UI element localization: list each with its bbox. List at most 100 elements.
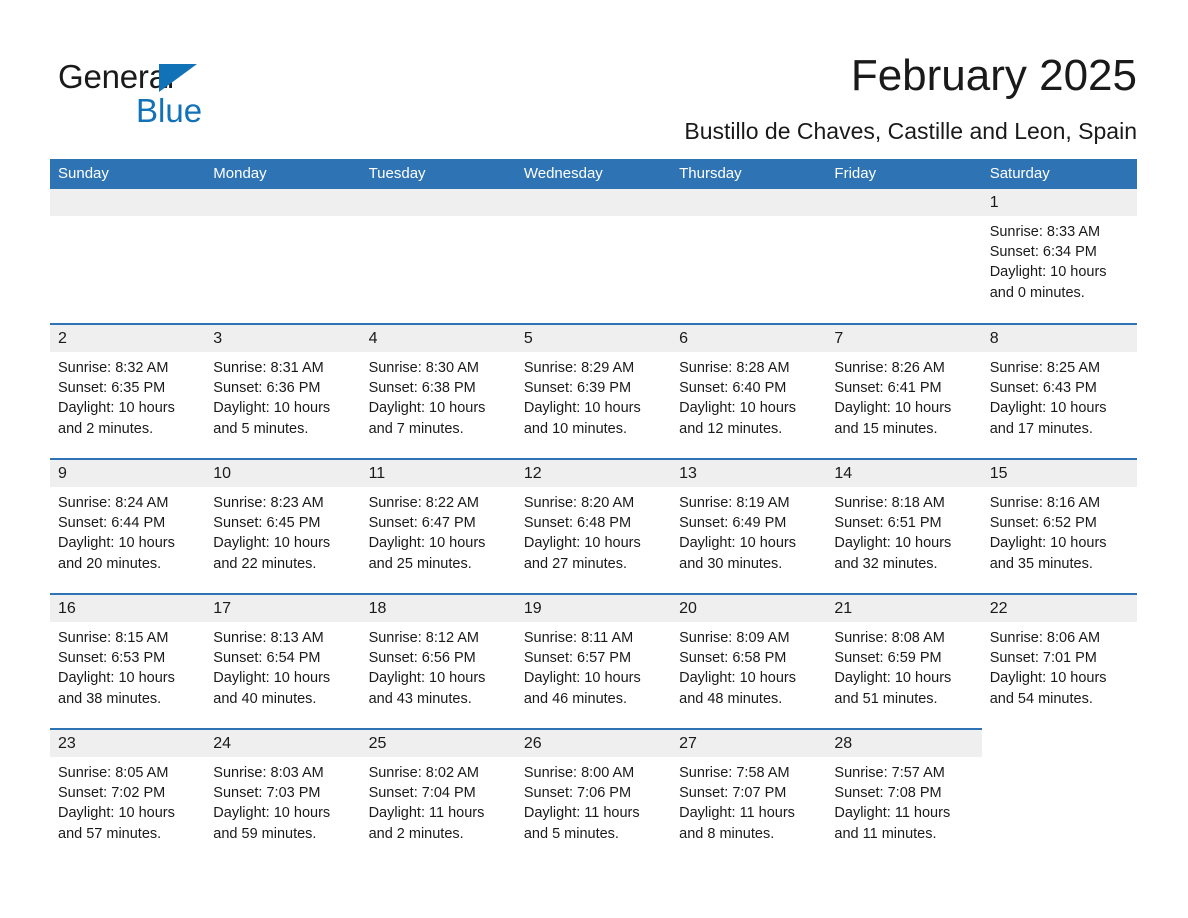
calendar-day-cell[interactable]: 11 Sunrise: 8:22 AM Sunset: 6:47 PM Dayligh… <box>360 458 516 594</box>
daylight-text-line1: Daylight: 10 hours <box>989 535 1107 552</box>
calendar-day-cell[interactable]: 5 Sunrise: 8:29 AM Sunset: 6:39 PM Daylight… <box>515 323 672 459</box>
calendar-day-cell[interactable]: 4 Sunrise: 8:30 AM Sunset: 6:38 PM Daylight… <box>360 323 516 459</box>
calendar-day-cell[interactable]: 15 Sunrise: 8:16 AM Sunset: 6:52 PM Dayligh… <box>981 458 1137 594</box>
calendar-day-cell[interactable]: 13 Sunrise: 8:19 AM Sunset: 6:49 PM Dayligh… <box>671 458 827 594</box>
calendar-day-cell[interactable]: 6 Sunrise: 8:28 AM Sunset: 6:40 PM Daylight… <box>671 323 827 459</box>
calendar-day-cell[interactable]: 19 Sunrise: 8:11 AM Sunset: 6:57 PM Dayligh… <box>515 593 672 729</box>
weekday-header-monday: Monday <box>205 159 361 189</box>
sunrise-text: Sunrise: 8:18 AM <box>834 495 945 511</box>
calendar-day-cell[interactable]: 17 Sunrise: 8:13 AM Sunset: 6:54 PM Dayligh… <box>205 593 361 729</box>
day-details: Sunrise: 8:33 AM Sunset: 6:34 PM Daylight:… <box>982 216 1137 303</box>
calendar-day-cell[interactable]: 12 Sunrise: 8:20 AM Sunset: 6:48 PM Dayligh… <box>515 458 672 594</box>
day-details: Sunrise: 7:58 AM Sunset: 7:07 PM Daylight:… <box>671 757 826 844</box>
calendar-day-cell[interactable]: 10 Sunrise: 8:23 AM Sunset: 6:45 PM Dayligh… <box>205 458 361 594</box>
calendar-empty-cell <box>515 189 672 324</box>
daylight-text-line2: and 15 minutes. <box>834 420 938 437</box>
sunrise-text: Sunrise: 8:13 AM <box>213 630 324 646</box>
sunset-text: Sunset: 6:48 PM <box>523 515 632 532</box>
day-number: 23 <box>50 730 206 757</box>
daylight-text-line2: and 2 minutes. <box>58 420 154 437</box>
daylight-text-line1: Daylight: 10 hours <box>213 400 331 417</box>
sunset-text: Sunset: 6:52 PM <box>989 515 1097 532</box>
day-details: Sunrise: 8:28 AM Sunset: 6:40 PM Daylight:… <box>671 352 826 439</box>
sunrise-text: Sunrise: 8:05 AM <box>58 765 169 781</box>
sunset-text: Sunset: 7:04 PM <box>368 785 476 802</box>
daylight-text-line1: Daylight: 10 hours <box>989 670 1107 687</box>
calendar-day-cell[interactable]: 7 Sunrise: 8:26 AM Sunset: 6:41 PM Daylight… <box>826 323 982 459</box>
calendar-day-cell[interactable]: 20 Sunrise: 8:09 AM Sunset: 6:58 PM Dayligh… <box>671 593 827 729</box>
day-details: Sunrise: 8:13 AM Sunset: 6:54 PM Daylight:… <box>205 622 360 709</box>
sunset-text: Sunset: 6:43 PM <box>989 380 1097 397</box>
day-number: 1 <box>981 189 1137 216</box>
calendar-day-cell[interactable]: 24 Sunrise: 8:03 AM Sunset: 7:03 PM Dayligh… <box>205 728 361 864</box>
sunset-text: Sunset: 7:08 PM <box>834 785 942 802</box>
calendar-day-cell[interactable]: 21 Sunrise: 8:08 AM Sunset: 6:59 PM Dayligh… <box>826 593 982 729</box>
calendar-day-cell[interactable]: 2 Sunrise: 8:32 AM Sunset: 6:35 PM Daylight… <box>50 323 206 459</box>
calendar-day-cell[interactable]: 23 Sunrise: 8:05 AM Sunset: 7:02 PM Dayligh… <box>50 728 206 864</box>
daylight-text-line2: and 17 minutes. <box>989 420 1093 437</box>
daylight-text-line1: Daylight: 10 hours <box>679 400 796 417</box>
daylight-text-line2: and 48 minutes. <box>679 690 783 707</box>
calendar-day-cell[interactable]: 26 Sunrise: 8:00 AM Sunset: 7:06 PM Dayligh… <box>515 728 672 864</box>
sunrise-text: Sunrise: 8:23 AM <box>213 495 324 511</box>
sunrise-text: Sunrise: 7:57 AM <box>834 765 945 781</box>
generalblue-logo[interactable]: General Blue <box>58 50 258 127</box>
daylight-text-line1: Daylight: 11 hours <box>368 805 485 822</box>
daylight-text-line1: Daylight: 10 hours <box>834 535 952 552</box>
calendar-day-cell[interactable]: 16 Sunrise: 8:15 AM Sunset: 6:53 PM Dayligh… <box>50 593 206 729</box>
daylight-text-line1: Daylight: 10 hours <box>58 400 175 417</box>
sunset-text: Sunset: 6:49 PM <box>679 515 787 532</box>
daylight-text-line2: and 5 minutes. <box>213 420 309 437</box>
day-details: Sunrise: 8:00 AM Sunset: 7:06 PM Daylight:… <box>516 757 671 844</box>
daylight-text-line1: Daylight: 10 hours <box>523 670 641 687</box>
calendar-day-cell[interactable]: 9 Sunrise: 8:24 AM Sunset: 6:44 PM Daylight… <box>50 458 206 594</box>
day-details: Sunrise: 8:29 AM Sunset: 6:39 PM Daylight:… <box>516 352 671 439</box>
calendar-day-cell[interactable]: 28 Sunrise: 7:57 AM Sunset: 7:08 PM Dayligh… <box>826 728 982 864</box>
calendar-day-cell[interactable]: 27 Sunrise: 7:58 AM Sunset: 7:07 PM Dayligh… <box>671 728 827 864</box>
sunrise-text: Sunrise: 8:24 AM <box>58 495 169 511</box>
daylight-text-line2: and 25 minutes. <box>368 555 472 572</box>
sunrise-text: Sunrise: 8:29 AM <box>523 360 635 376</box>
calendar-day-cell[interactable]: 1 Sunrise: 8:33 AM Sunset: 6:34 PM Daylight… <box>981 189 1137 324</box>
calendar-header-row: Sunday Monday Tuesday Wednesday Thursday… <box>50 159 1137 189</box>
sunrise-text: Sunrise: 8:12 AM <box>368 630 479 646</box>
daylight-text-line1: Daylight: 10 hours <box>368 400 486 417</box>
sunrise-text: Sunrise: 8:30 AM <box>368 360 479 376</box>
sunrise-text: Sunrise: 8:09 AM <box>679 630 790 646</box>
sunrise-text: Sunrise: 8:03 AM <box>213 765 324 781</box>
calendar-empty-cell <box>360 189 516 324</box>
calendar-day-cell[interactable]: 3 Sunrise: 8:31 AM Sunset: 6:36 PM Daylight… <box>205 323 361 459</box>
day-number: 14 <box>826 460 982 487</box>
daylight-text-line1: Daylight: 10 hours <box>213 670 331 687</box>
sunrise-text: Sunrise: 8:00 AM <box>523 765 635 781</box>
day-details: Sunrise: 8:19 AM Sunset: 6:49 PM Daylight:… <box>671 487 826 574</box>
weekday-header-tuesday: Tuesday <box>360 159 516 189</box>
day-number: 5 <box>515 325 672 352</box>
daylight-text-line2: and 7 minutes. <box>368 420 464 437</box>
day-details: Sunrise: 8:24 AM Sunset: 6:44 PM Daylight:… <box>50 487 205 574</box>
day-number: 11 <box>360 460 516 487</box>
daylight-text-line1: Daylight: 10 hours <box>834 670 952 687</box>
daylight-text-line2: and 22 minutes. <box>213 555 317 572</box>
daylight-text-line1: Daylight: 10 hours <box>58 670 175 687</box>
daylight-text-line2: and 43 minutes. <box>368 690 472 707</box>
day-details: Sunrise: 8:18 AM Sunset: 6:51 PM Daylight:… <box>826 487 981 574</box>
calendar-day-cell[interactable]: 18 Sunrise: 8:12 AM Sunset: 6:56 PM Dayligh… <box>360 593 516 729</box>
calendar-empty-cell <box>826 189 982 324</box>
sunset-text: Sunset: 6:53 PM <box>58 650 166 667</box>
day-number <box>981 729 1137 756</box>
daylight-text-line1: Daylight: 10 hours <box>523 400 641 417</box>
calendar-day-cell[interactable]: 25 Sunrise: 8:02 AM Sunset: 7:04 PM Dayligh… <box>360 728 516 864</box>
sunrise-text: Sunrise: 8:32 AM <box>58 360 169 376</box>
logo-triangle-icon <box>159 64 197 92</box>
sunset-text: Sunset: 6:41 PM <box>834 380 942 397</box>
calendar-day-cell[interactable]: 14 Sunrise: 8:18 AM Sunset: 6:51 PM Dayligh… <box>826 458 982 594</box>
calendar-day-cell[interactable]: 22 Sunrise: 8:06 AM Sunset: 7:01 PM Dayligh… <box>981 593 1137 729</box>
day-details: Sunrise: 8:23 AM Sunset: 6:45 PM Daylight:… <box>205 487 360 574</box>
calendar-day-cell[interactable]: 8 Sunrise: 8:25 AM Sunset: 6:43 PM Daylight… <box>981 323 1137 459</box>
weekday-header-sunday: Sunday <box>50 159 206 189</box>
sunset-text: Sunset: 6:56 PM <box>368 650 476 667</box>
daylight-text-line1: Daylight: 10 hours <box>213 535 331 552</box>
day-details: Sunrise: 8:22 AM Sunset: 6:47 PM Daylight:… <box>361 487 516 574</box>
day-details: Sunrise: 8:02 AM Sunset: 7:04 PM Daylight:… <box>361 757 516 844</box>
